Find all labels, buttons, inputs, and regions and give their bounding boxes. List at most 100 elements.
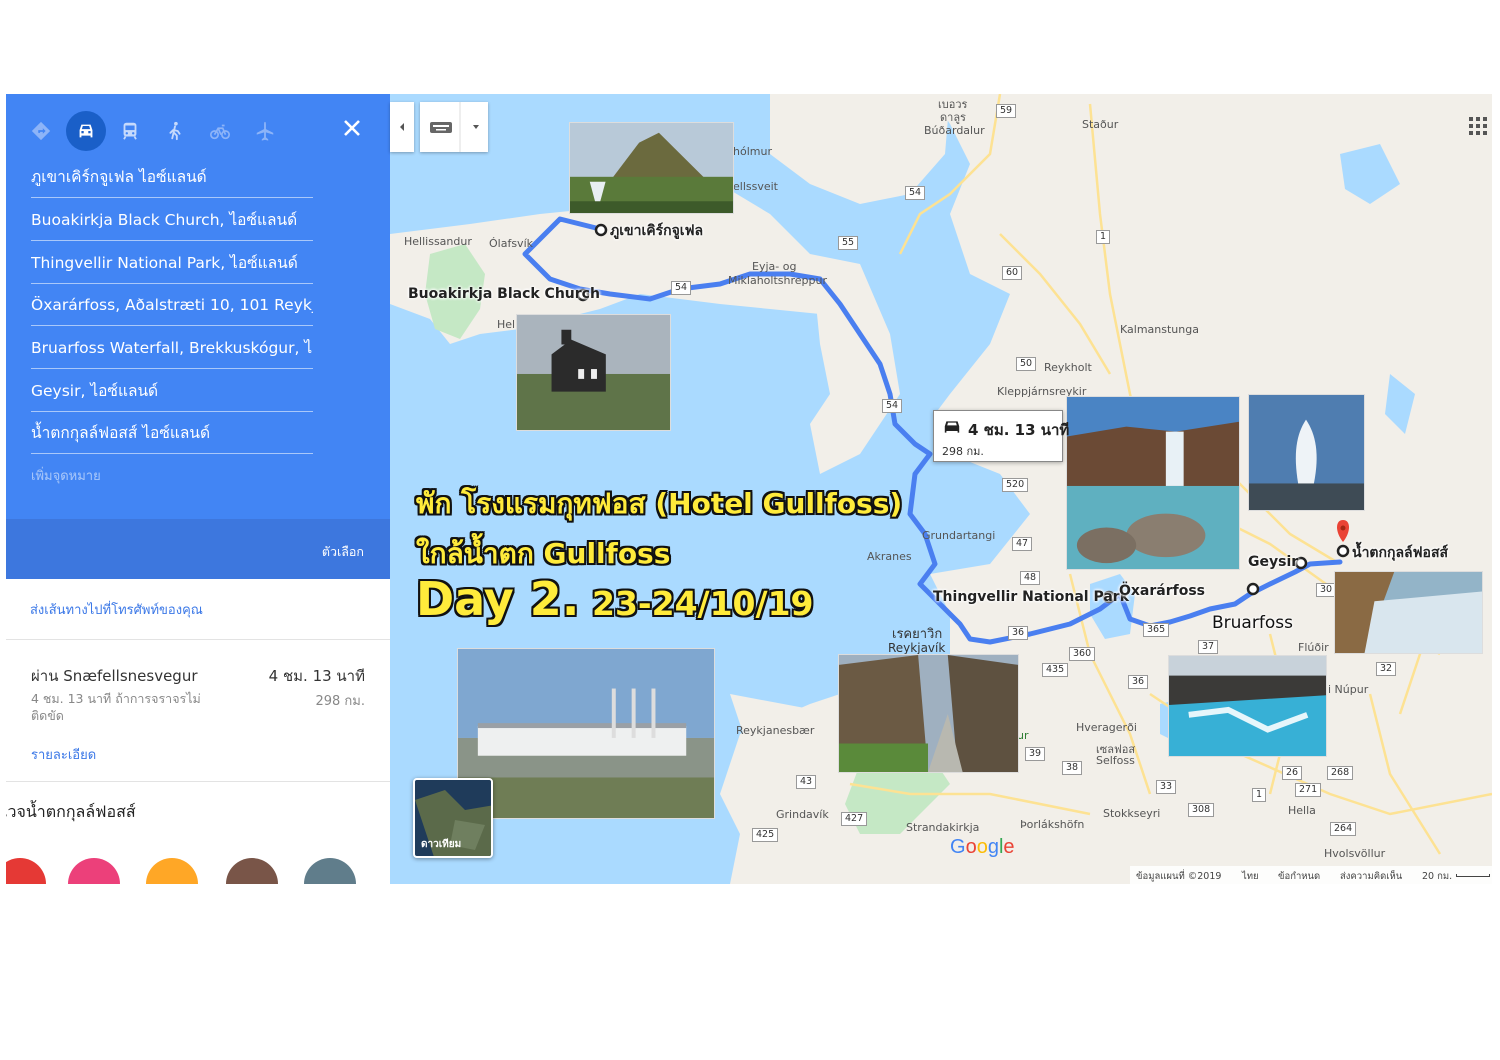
place-label: Reykjavík <box>888 641 946 655</box>
place-label: Selfoss <box>1096 754 1135 767</box>
language-link[interactable]: ไทย <box>1242 869 1259 884</box>
walk-icon[interactable] <box>155 111 195 151</box>
road-number: 48 <box>1020 571 1041 585</box>
bruarfoss-photo <box>1168 655 1327 757</box>
apps-grid-icon[interactable] <box>1468 116 1488 136</box>
road-number: 47 <box>1012 537 1033 551</box>
nearby-category-5[interactable] <box>304 858 356 884</box>
place-label: Reykjanesbær <box>736 724 815 737</box>
road-number: 520 <box>1002 478 1029 492</box>
airplane-icon[interactable] <box>245 111 285 151</box>
keyboard-icon <box>430 102 479 152</box>
stop-label-kirkjufell: ภูเขาเคิร์กจูเฟล <box>610 223 704 239</box>
stop-label-gullfoss: น้ำตกกุลล์ฟอสส์ <box>1352 545 1449 561</box>
road-number: 26 <box>1282 766 1303 780</box>
options-bar: ตัวเลือก <box>6 519 390 579</box>
options-button[interactable]: ตัวเลือก <box>322 542 364 562</box>
directions-panel: ภูเขาเคิร์กจูเฟล ไอซ์แลนด์ Buoakirkja Bl… <box>6 94 390 884</box>
road-number: 55 <box>838 236 859 250</box>
road-number: 54 <box>882 399 903 413</box>
place-label: Kalmanstunga <box>1120 323 1199 336</box>
thingvellir-photo <box>838 654 1019 773</box>
route-via[interactable]: ผ่าน Snæfellsnesvegur <box>31 664 198 688</box>
stop-label-geysir: Geysir <box>1248 554 1299 570</box>
road-number: 268 <box>1327 766 1354 780</box>
road-number: 39 <box>1025 747 1046 761</box>
nearby-category-3[interactable] <box>146 858 198 884</box>
overlay-date: 23-24/10/19 <box>592 584 814 623</box>
overlay-near-line: ใกล้น้ำตก Gullfoss <box>416 537 671 570</box>
road-number: 38 <box>1062 761 1083 775</box>
oxararfoss-photo <box>1066 396 1240 570</box>
road-number: 37 <box>1198 640 1219 654</box>
place-label: Búðardalur <box>924 124 985 137</box>
place-label: hólmur <box>733 145 772 158</box>
road-number: 1 <box>1096 230 1111 244</box>
road-number: 435 <box>1042 663 1069 677</box>
stop-label-oxararfoss: Öxarárfoss <box>1119 583 1206 599</box>
place-label: Hveragerði <box>1076 721 1137 734</box>
collapse-panel-button[interactable] <box>390 102 414 152</box>
road-number: 54 <box>671 281 692 295</box>
nearby-category-4[interactable] <box>226 858 278 884</box>
place-label: Reykholt <box>1044 361 1092 374</box>
place-label: Grindavík <box>776 808 829 821</box>
stop-label-bruarfoss: Bruarfoss <box>1212 613 1293 633</box>
waypoint-input-3[interactable]: Thingvellir National Park, ไอซ์แลนด์ <box>31 242 313 284</box>
hotel-gullfoss-photo <box>457 648 715 819</box>
directions-header: ภูเขาเคิร์กจูเฟล ไอซ์แลนด์ Buoakirkja Bl… <box>6 94 390 579</box>
nearby-category-2[interactable] <box>68 858 120 884</box>
route-distance: 298 กม. <box>315 694 365 709</box>
place-label: Stokkseyri <box>1103 807 1161 820</box>
send-to-phone-link[interactable]: ส่งเส้นทางไปที่โทรศัพท์ของคุณ <box>30 599 203 620</box>
duration-distance: 298 กม. <box>942 445 984 458</box>
gullfoss-photo <box>1334 571 1483 654</box>
road-number: 264 <box>1330 822 1357 836</box>
road-number: 365 <box>1143 623 1170 637</box>
place-label: ellssveit <box>733 180 778 193</box>
place-label: Flúðir <box>1298 641 1329 654</box>
waypoint-input-6[interactable]: Geysir, ไอซ์แลนด์ <box>31 370 313 412</box>
place-label: Miklaholtshreppur <box>728 274 827 287</box>
place-label: Strandakirkja <box>906 821 980 834</box>
road-number: 43 <box>796 775 817 789</box>
place-label: Grundartangi <box>922 529 996 542</box>
nearby-category-1[interactable] <box>6 858 46 884</box>
overlay-hotel-line: พัก โรงแรมกุทฟอส (Hotel Gullfoss) <box>416 487 903 520</box>
road-number: 36 <box>1008 626 1029 640</box>
waypoint-input-2[interactable]: Buoakirkja Black Church, ไอซ์แลนด์ <box>31 199 313 241</box>
divider <box>6 639 390 640</box>
car-icon[interactable] <box>66 111 106 151</box>
road-number: 50 <box>1016 357 1037 371</box>
route-details-link[interactable]: รายละเอียด <box>31 744 96 765</box>
scale-label: 20 กม. <box>1422 871 1453 882</box>
waypoint-input-7[interactable]: น้ำตกกุลล์ฟอสส์ ไอซ์แลนด์ <box>31 412 313 454</box>
road-number: 271 <box>1295 783 1322 797</box>
place-label: Hella <box>1288 804 1316 817</box>
chevron-left-icon <box>400 123 404 131</box>
waypoint-input-5[interactable]: Bruarfoss Waterfall, Brekkuskógur, ไอซ์ <box>31 327 313 369</box>
waypoint-input-4[interactable]: Öxarárfoss, Aðalstræti 10, 101 Reykjavi <box>31 284 313 326</box>
bicycle-icon[interactable] <box>200 111 240 151</box>
close-icon[interactable] <box>338 114 366 142</box>
satellite-toggle[interactable]: ดาวเทียม <box>413 778 493 858</box>
waypoint-input-1[interactable]: ภูเขาเคิร์กจูเฟล ไอซ์แลนด์ <box>31 156 313 198</box>
divider <box>6 781 390 782</box>
route-duration-callout[interactable]: 4 ชม. 13 นาที 298 กม. <box>933 410 1069 462</box>
place-label: Þorlákshöfn <box>1020 818 1085 831</box>
road-number: 36 <box>1128 675 1149 689</box>
map-data-credit: ข้อมูลแผนที่ ©2019 <box>1136 871 1222 882</box>
input-tools-button[interactable] <box>420 102 488 152</box>
duration-time: 4 ชม. 13 นาที <box>968 421 1070 439</box>
satellite-label: ดาวเทียม <box>421 839 462 850</box>
road-number: 425 <box>752 828 779 842</box>
google-logo: Google <box>950 836 1015 858</box>
transit-icon[interactable] <box>110 111 150 151</box>
feedback-link[interactable]: ส่งความคิดเห็น <box>1340 869 1402 884</box>
terms-link[interactable]: ข้อกำหนด <box>1278 869 1320 884</box>
map-canvas[interactable]: เบอวร ดาลูร Búðardalur hólmur ellssveit … <box>390 94 1492 884</box>
add-destination-input[interactable]: เพิ่มจุดหมาย <box>31 465 101 486</box>
best-route-icon[interactable] <box>21 111 61 151</box>
route-time: 4 ชม. 13 นาที <box>268 667 365 685</box>
road-number: 59 <box>996 104 1017 118</box>
